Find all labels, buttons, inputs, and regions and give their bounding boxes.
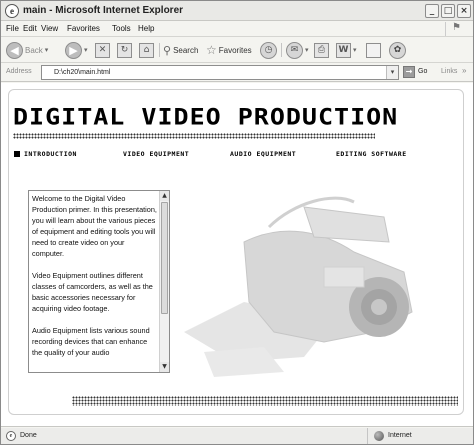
back-dropdown-icon: ▾: [44, 47, 49, 54]
title-bar: e main - Microsoft Internet Explorer _ □…: [1, 1, 473, 21]
site-frame: DIGITAL VIDEO PRODUCTION INTRODUCTION VI…: [8, 89, 464, 415]
mail-dropdown-icon: ▾: [305, 47, 309, 54]
status-text: Done: [20, 432, 37, 439]
dotted-divider-top: [13, 133, 375, 139]
dotted-divider-bottom: [72, 396, 458, 406]
toolbar-separator: [281, 43, 282, 57]
intro-paragraph: Audio Equipment lists various sound reco…: [32, 326, 150, 357]
home-icon: ⌂: [139, 42, 154, 58]
address-dropdown-icon[interactable]: ▾: [386, 66, 398, 79]
menu-bar: File Edit View Favorites Tools Help ⚑: [1, 21, 473, 37]
nav-audio-equipment[interactable]: AUDIO EQUIPMENT: [230, 150, 296, 160]
windows-flag-icon: ⚑: [445, 22, 467, 36]
intro-paragraph: Welcome to the Digital Video Production …: [32, 194, 157, 258]
security-zone: Internet: [367, 428, 471, 444]
browser-window: e main - Microsoft Internet Explorer _ □…: [0, 0, 474, 445]
edit-button[interactable]: W ▾: [336, 41, 357, 59]
nav-video-equipment[interactable]: VIDEO EQUIPMENT: [123, 150, 189, 160]
menu-tools[interactable]: Tools: [112, 24, 131, 33]
forward-dropdown-icon: ▾: [84, 47, 88, 54]
search-label: Search: [173, 45, 199, 55]
favorites-label: Favorites: [218, 45, 252, 55]
edit-dropdown-icon: ▾: [353, 47, 357, 54]
nav-editing-software[interactable]: EDITING SOFTWARE: [336, 150, 407, 160]
address-bar: Address D:\ch20\main.html ▾ → Go Links »: [1, 63, 473, 82]
history-button[interactable]: ◷: [260, 41, 277, 59]
status-bar: e Done Internet: [1, 428, 473, 444]
back-button[interactable]: ◀ Back ▾: [6, 41, 48, 59]
text-scrollbar[interactable]: ▲ ▼: [159, 191, 169, 372]
menu-view[interactable]: View: [41, 24, 58, 33]
camcorder-image: [184, 196, 413, 377]
favorites-button[interactable]: ☆ Favorites: [206, 41, 252, 59]
history-icon: ◷: [260, 41, 277, 59]
address-input[interactable]: D:\ch20\main.html ▾: [41, 65, 399, 80]
print-icon: ⎙: [314, 42, 329, 58]
home-button[interactable]: ⌂: [139, 41, 154, 59]
active-bullet-icon: [14, 151, 20, 157]
site-title: DIGITAL VIDEO PRODUCTION: [13, 104, 399, 131]
nav-introduction[interactable]: INTRODUCTION: [14, 150, 77, 160]
search-icon: ⚲: [163, 43, 172, 57]
discuss-button[interactable]: [366, 41, 381, 59]
address-label: Address: [6, 68, 32, 75]
word-icon: W: [336, 42, 351, 58]
intro-text: Welcome to the Digital Video Production …: [32, 193, 157, 369]
scroll-down-icon[interactable]: ▼: [160, 362, 169, 372]
back-arrow-icon: ◀: [6, 41, 23, 59]
forward-button[interactable]: ▶ ▾: [65, 41, 88, 59]
discuss-icon: [366, 42, 381, 58]
print-button[interactable]: ⎙: [314, 41, 329, 59]
links-chevron-icon[interactable]: »: [462, 66, 466, 75]
go-button[interactable]: Go: [418, 68, 427, 75]
page-viewport: DIGITAL VIDEO PRODUCTION INTRODUCTION VI…: [1, 83, 473, 427]
scroll-up-icon[interactable]: ▲: [160, 191, 169, 201]
forward-arrow-icon: ▶: [65, 41, 82, 59]
star-icon: ☆: [206, 43, 217, 57]
menu-file[interactable]: File: [6, 24, 19, 33]
stop-button[interactable]: ✕: [95, 41, 110, 59]
zone-label: Internet: [388, 432, 412, 439]
refresh-button[interactable]: ↻: [117, 41, 132, 59]
minimize-button[interactable]: _: [425, 4, 439, 18]
toolbar-separator: [159, 43, 160, 57]
go-arrow-icon[interactable]: →: [403, 66, 415, 78]
stop-icon: ✕: [95, 42, 110, 58]
mail-icon: ✉: [286, 41, 303, 59]
globe-icon: [374, 431, 384, 441]
menu-help[interactable]: Help: [138, 24, 154, 33]
page-done-icon: e: [6, 431, 16, 441]
menu-edit[interactable]: Edit: [23, 24, 37, 33]
links-label[interactable]: Links: [441, 68, 457, 75]
menu-favorites[interactable]: Favorites: [67, 24, 100, 33]
ie-logo-icon: e: [5, 4, 19, 18]
intro-paragraph: Video Equipment outlines different class…: [32, 271, 153, 313]
refresh-icon: ↻: [117, 42, 132, 58]
messenger-button[interactable]: ✿: [389, 41, 406, 59]
mail-button[interactable]: ✉ ▾: [286, 41, 309, 59]
address-value: D:\ch20\main.html: [54, 69, 111, 76]
maximize-button[interactable]: □: [441, 4, 455, 18]
toolbar: ◀ Back ▾ ▶ ▾ ✕ ↻ ⌂ ⚲ Search ☆ Favorites …: [1, 37, 473, 63]
close-button[interactable]: ×: [457, 4, 471, 18]
messenger-icon: ✿: [389, 41, 406, 59]
search-button[interactable]: ⚲ Search: [163, 41, 198, 59]
window-title: main - Microsoft Internet Explorer: [23, 5, 184, 16]
scroll-thumb[interactable]: [161, 202, 168, 314]
intro-text-panel[interactable]: Welcome to the Digital Video Production …: [28, 190, 170, 373]
back-label: Back: [25, 45, 43, 55]
